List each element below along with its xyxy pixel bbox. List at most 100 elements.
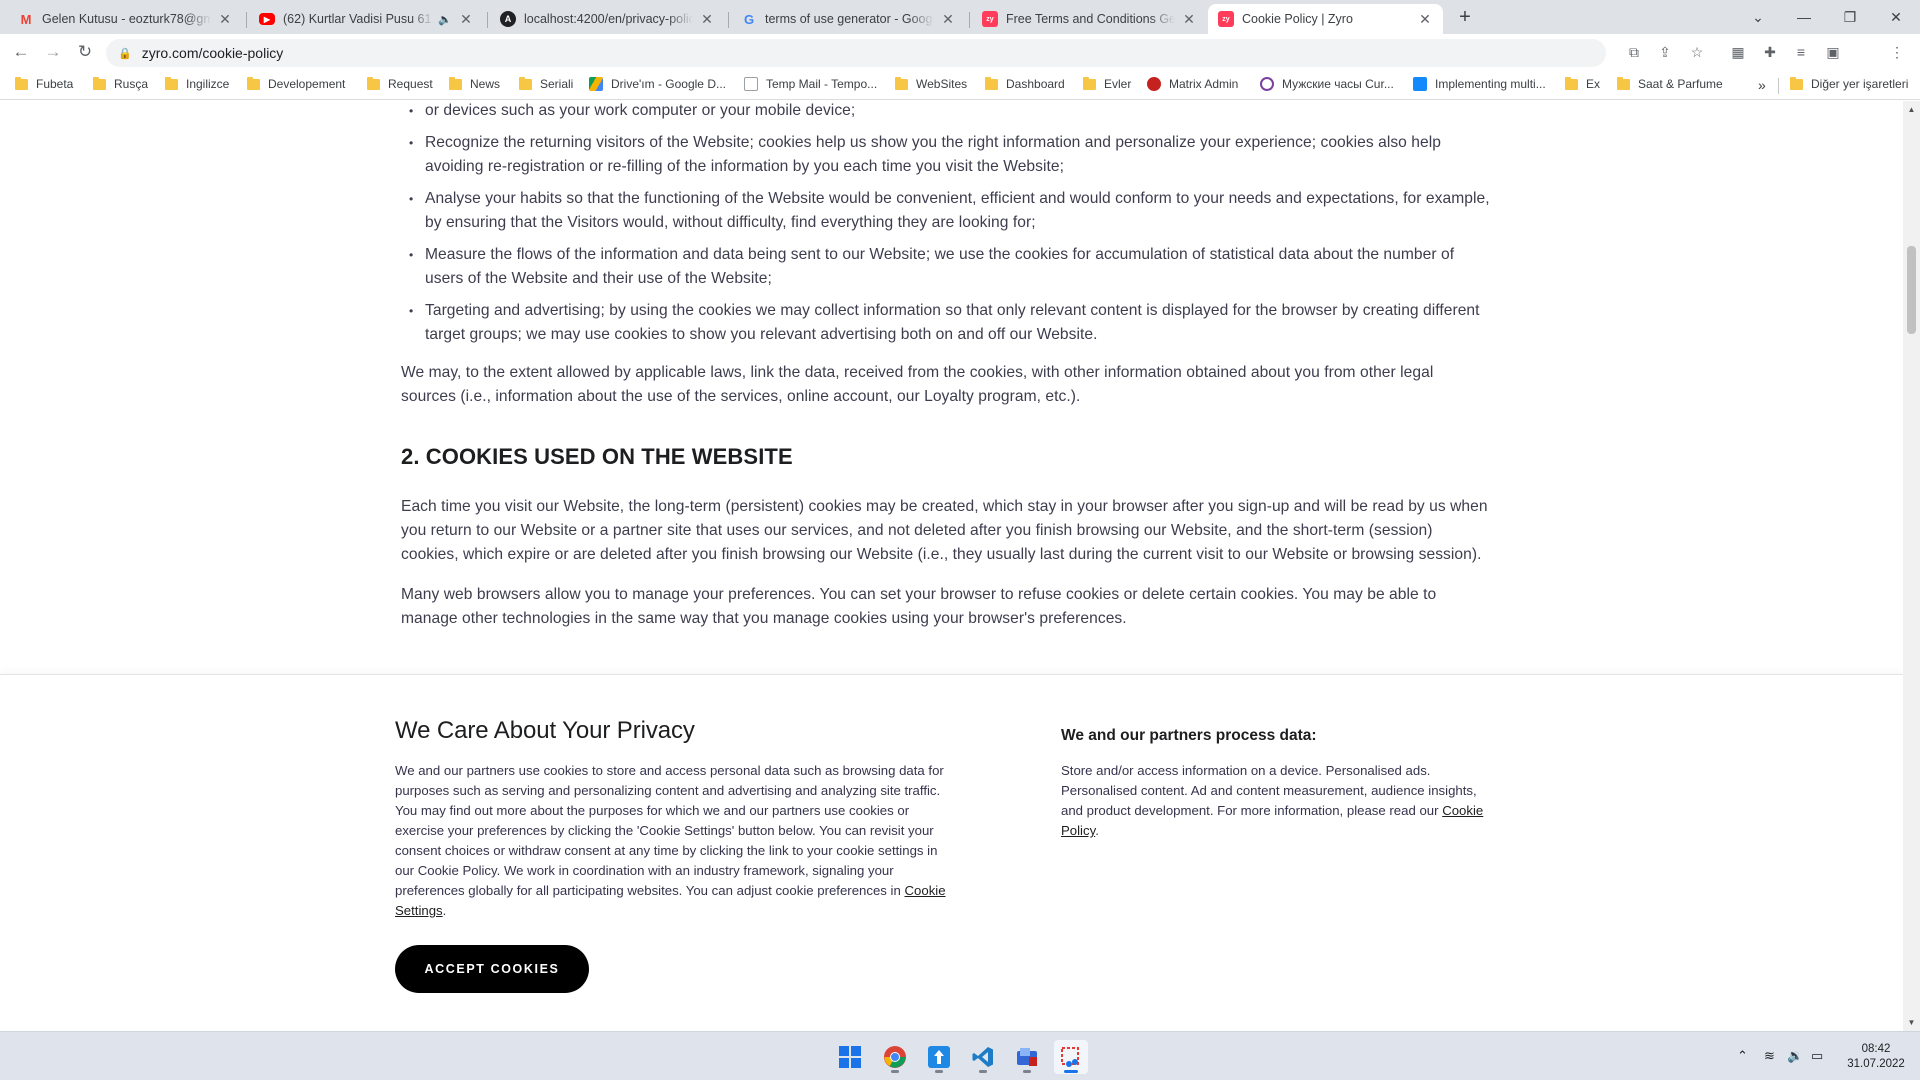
cookie-purpose-list: or devices such as your work computer or… — [401, 101, 1491, 347]
tab-localhost[interactable]: A localhost:4200/en/privacy-policy ✕ — [490, 4, 725, 34]
new-tab-button[interactable]: + — [1453, 4, 1477, 30]
translate-icon[interactable]: ⧉ — [1623, 42, 1645, 62]
bookmarks-overflow-icon[interactable]: » — [1758, 77, 1766, 93]
folder-icon — [1565, 76, 1578, 90]
gmail-icon: M — [20, 11, 32, 27]
zyro-icon: zy — [1218, 11, 1234, 27]
bookmark-label: Seriali — [540, 77, 574, 91]
side-panel-icon[interactable]: ▣ — [1822, 42, 1844, 62]
close-window-icon[interactable]: ✕ — [1873, 4, 1919, 30]
bookmark-item[interactable]: Fubeta — [15, 76, 74, 91]
tab-title: Cookie Policy | Zyro — [1242, 12, 1353, 26]
bookmark-item[interactable]: Drive'ım - Google D... — [589, 77, 726, 91]
cookie-policy-article: or devices such as your work computer or… — [401, 101, 1491, 647]
file-explorer-icon[interactable] — [1010, 1040, 1044, 1074]
folder-icon — [247, 76, 260, 90]
wifi-icon[interactable]: ≋ — [1764, 1048, 1775, 1064]
extension-icon[interactable]: ▦ — [1727, 42, 1749, 62]
paragraph: Many web browsers allow you to manage yo… — [401, 586, 1437, 627]
tab-google-search[interactable]: G terms of use generator - Google Search… — [731, 4, 966, 34]
sourcetree-icon[interactable] — [922, 1040, 956, 1074]
tab-divider — [969, 12, 970, 28]
minimize-icon[interactable]: — — [1781, 4, 1827, 30]
reload-icon[interactable]: ↻ — [73, 40, 97, 64]
bookmark-label: Мужские часы Cur... — [1282, 77, 1394, 91]
list-item: Recognize the returning visitors of the … — [401, 131, 1491, 179]
tab-youtube[interactable]: ▶ (62) Kurtlar Vadisi Pusu 61. Bölüm 🔈 ✕ — [249, 4, 484, 34]
bookmark-item[interactable]: News — [449, 76, 500, 91]
bookmark-item[interactable]: Temp Mail - Tempo... — [744, 77, 877, 91]
partners-body-text: Store and/or access information on a dev… — [1061, 763, 1477, 818]
folder-icon — [985, 76, 998, 90]
battery-icon[interactable]: ▭ — [1811, 1048, 1823, 1064]
bookmark-label: Dashboard — [1006, 77, 1065, 91]
bookmark-item[interactable]: Dashboard — [985, 76, 1065, 91]
lock-icon[interactable]: 🔒 — [118, 47, 132, 60]
bookmark-label: Evler — [1104, 77, 1132, 91]
page-scrollbar[interactable]: ▲ ▼ — [1903, 101, 1920, 1031]
tab-terms-generator[interactable]: zy Free Terms and Conditions Generator ✕ — [972, 4, 1207, 34]
bookmark-label: Rusça — [114, 77, 149, 91]
bookmark-label: Saat & Parfume — [1638, 77, 1723, 91]
bookmark-label: Developement — [268, 77, 346, 91]
windows-start-icon[interactable] — [833, 1040, 867, 1074]
folder-icon — [93, 76, 106, 90]
speaker-icon[interactable]: 🔉 — [1787, 1048, 1803, 1064]
forward-icon[interactable]: → — [41, 40, 65, 64]
address-bar[interactable]: 🔒 zyro.com/cookie-policy — [106, 39, 1606, 67]
bookmark-item[interactable]: WebSites — [895, 76, 967, 91]
banner-description: We and our partners use cookies to store… — [395, 763, 946, 918]
close-icon[interactable]: ✕ — [458, 11, 474, 28]
banner-title: We Care About Your Privacy — [395, 717, 695, 744]
vscode-icon[interactable] — [966, 1040, 1000, 1074]
close-icon[interactable]: ✕ — [217, 11, 233, 28]
bookmark-label: Fubeta — [36, 77, 74, 91]
bookmark-item[interactable]: Implementing multi... — [1413, 77, 1546, 91]
restore-icon[interactable]: ❐ — [1827, 4, 1873, 30]
bookmark-item[interactable]: Ingilizce — [165, 76, 229, 91]
folder-icon — [895, 76, 908, 90]
bookmark-item[interactable]: Rusça — [93, 76, 149, 91]
bookmark-item[interactable]: Request — [367, 76, 433, 91]
share-icon[interactable]: ⇪ — [1654, 42, 1676, 62]
close-icon[interactable]: ✕ — [699, 11, 715, 28]
reading-list-icon[interactable]: ≡ — [1790, 42, 1812, 62]
cookie-consent-banner: We Care About Your Privacy We and our pa… — [0, 674, 1903, 1031]
bookmark-item[interactable]: Matrix Admin — [1147, 77, 1238, 91]
scrollbar-thumb[interactable] — [1907, 246, 1916, 334]
close-icon[interactable]: ✕ — [940, 11, 956, 28]
chrome-icon[interactable] — [878, 1040, 912, 1074]
chevron-up-icon[interactable]: ⌃ — [1737, 1048, 1748, 1064]
bookmark-item[interactable]: Seriali — [519, 76, 574, 91]
other-bookmarks[interactable]: Diğer yer işaretleri — [1790, 76, 1908, 91]
scroll-down-arrow-icon[interactable]: ▼ — [1907, 1018, 1916, 1027]
tab-divider — [728, 12, 729, 28]
page-viewport: or devices such as your work computer or… — [0, 101, 1903, 1031]
list-item: Targeting and advertising; by using the … — [401, 299, 1491, 347]
tab-title: terms of use generator - Google Search — [765, 12, 934, 26]
bookmark-item[interactable]: Ex — [1565, 76, 1600, 91]
tab-search-icon[interactable]: ⌄ — [1735, 4, 1781, 30]
running-indicator — [935, 1070, 943, 1073]
system-clock[interactable]: 08:42 31.07.2022 — [1843, 1042, 1909, 1072]
bookmarks-bar: Fubeta Rusça Ingilizce Developement Request N… — [0, 70, 1920, 100]
puzzle-extensions-icon[interactable]: ✚ — [1759, 42, 1781, 62]
clock-date: 31.07.2022 — [1847, 1058, 1905, 1070]
bookmark-item[interactable]: Saat & Parfume — [1617, 76, 1723, 91]
bookmark-star-icon[interactable]: ☆ — [1686, 42, 1708, 62]
bookmark-item[interactable]: Developement — [247, 76, 346, 91]
menu-kebab-icon[interactable]: ⋮ — [1886, 42, 1908, 62]
drive-icon — [589, 77, 603, 91]
back-icon[interactable]: ← — [9, 40, 33, 64]
accept-cookies-button[interactable]: ACCEPT COOKIES — [395, 945, 589, 993]
scroll-up-arrow-icon[interactable]: ▲ — [1907, 105, 1916, 114]
bookmark-item[interactable]: Мужские часы Cur... — [1260, 77, 1394, 91]
bookmark-item[interactable]: Evler — [1083, 76, 1132, 91]
close-icon[interactable]: ✕ — [1181, 11, 1197, 28]
close-icon[interactable]: ✕ — [1417, 11, 1433, 28]
snipping-tool-icon[interactable] — [1054, 1040, 1088, 1074]
folder-icon — [1617, 76, 1630, 90]
tab-cookie-policy[interactable]: zy Cookie Policy | Zyro ✕ — [1208, 4, 1443, 34]
speaker-icon[interactable]: 🔈 — [438, 13, 452, 26]
tab-gmail[interactable]: M Gelen Kutusu - eozturk78@gmail.com ✕ — [8, 4, 243, 34]
